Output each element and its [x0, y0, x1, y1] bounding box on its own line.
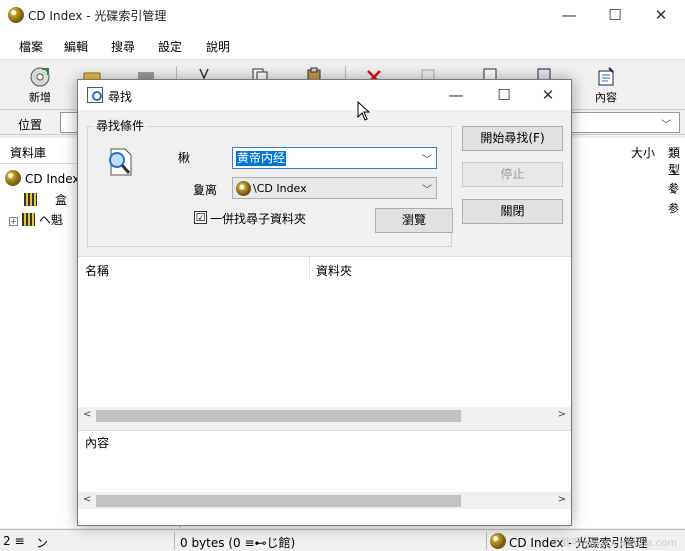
disc-volume-icon — [22, 213, 35, 226]
scroll-right-icon[interactable]: > — [558, 409, 566, 420]
cd-index-icon — [490, 533, 506, 549]
search-results-list[interactable]: 名稱 資料夾 < > — [78, 256, 571, 424]
status-divider — [174, 532, 175, 550]
include-subfolders-label[interactable]: 一併找尋子資料夾 — [210, 210, 306, 227]
cd-index-icon — [5, 170, 21, 186]
main-title-bar: CD Index - 光碟索引管理 — ☐ ✕ — [0, 0, 685, 30]
mouse-cursor-icon — [357, 101, 371, 121]
list-cell: 丶参 — [668, 186, 679, 215]
column-header-folder[interactable]: 資料夾 — [316, 262, 352, 279]
dialog-title-bar: 尋找 — ☐ ✕ — [78, 80, 571, 110]
search-range-value: \CD Index — [253, 182, 307, 195]
keyword-value[interactable]: 黄帝内经 — [236, 151, 287, 166]
chevron-down-icon[interactable]: ﹀ — [422, 151, 432, 166]
results-horizontal-scrollbar[interactable]: < > — [78, 407, 571, 424]
new-button[interactable]: 新增 — [18, 64, 62, 108]
tree-item[interactable]: + ヘ魁 — [9, 211, 63, 228]
watermark: 下载吧 www.xiazaiba.com — [551, 538, 677, 549]
browse-button[interactable]: 瀏覽 — [375, 208, 453, 233]
tree-header-label: 資料庫 — [10, 146, 47, 160]
new-disc-icon — [30, 67, 50, 87]
dialog-close-action-button[interactable]: 關閉 — [462, 199, 563, 224]
close-button[interactable]: ✕ — [638, 0, 684, 30]
range-label: 夐离 — [193, 183, 218, 197]
properties-button[interactable]: 內容 — [584, 64, 628, 108]
dialog-close-button[interactable]: ✕ — [525, 80, 571, 110]
tree-item-label: 盒 — [55, 193, 68, 207]
address-label: 位置 — [18, 118, 43, 132]
menu-bar: 檔案 編輯 搜尋 設定 說明 — [0, 30, 685, 60]
chevron-down-icon[interactable]: ﹀ — [422, 181, 432, 196]
dialog-minimize-button[interactable]: — — [433, 80, 479, 110]
content-horizontal-scrollbar[interactable]: < > — [78, 492, 571, 509]
search-range-combo[interactable]: \CD Index ﹀ — [232, 177, 437, 199]
tree-root-label: CD Index — [25, 172, 80, 186]
tree-item-label: ヘ魁 — [39, 213, 64, 227]
scrollbar-thumb[interactable] — [96, 495, 461, 507]
properties-icon — [598, 67, 614, 86]
dialog-title: 尋找 — [108, 90, 133, 104]
column-header-size[interactable]: 大小 — [631, 144, 655, 161]
status-count: 2 ≡ — [3, 534, 25, 548]
status-divider — [486, 532, 487, 550]
column-divider[interactable] — [309, 257, 310, 279]
scroll-left-icon[interactable]: < — [83, 494, 91, 505]
properties-button-label: 內容 — [595, 91, 617, 104]
stop-button[interactable]: 停止 — [462, 162, 563, 187]
menu-search[interactable]: 搜尋 — [111, 38, 135, 55]
column-header-name[interactable]: 名稱 — [85, 262, 109, 279]
content-preview-pane[interactable]: 內容 < > — [78, 430, 571, 525]
dialog-maximize-button[interactable]: ☐ — [481, 80, 527, 110]
menu-settings[interactable]: 設定 — [158, 38, 182, 55]
disc-volume-icon — [24, 193, 37, 206]
tree-item[interactable]: 盒 — [24, 191, 67, 208]
expand-icon[interactable]: + — [9, 217, 18, 226]
new-button-label: 新增 — [29, 91, 51, 104]
keyword-label: 楸 — [178, 151, 191, 165]
menu-file[interactable]: 檔案 — [19, 38, 43, 55]
find-dialog: 尋找 — ☐ ✕ 尋找條件 楸 黄帝内经 ﹀ 夐离 \CD Index ﹀ ☑ … — [77, 79, 572, 526]
status-bytes: 0 bytes (0 ≡⊷じ館) — [180, 536, 296, 550]
scrollbar-thumb[interactable] — [96, 410, 461, 422]
keyword-combo[interactable]: 黄帝内经 ﹀ — [232, 147, 437, 169]
status-mark: ン — [36, 536, 49, 550]
include-subfolders-checkbox[interactable]: ☑ — [194, 211, 207, 224]
maximize-button[interactable]: ☐ — [592, 0, 638, 30]
find-icon — [87, 87, 103, 103]
menu-help[interactable]: 說明 — [206, 38, 230, 55]
tree-root-node[interactable]: CD Index — [5, 170, 79, 186]
content-label: 內容 — [85, 436, 110, 450]
cd-index-app-icon — [8, 7, 24, 23]
minimize-button[interactable]: — — [546, 0, 592, 30]
main-window-title: CD Index - 光碟索引管理 — [28, 9, 167, 23]
scroll-right-icon[interactable]: > — [558, 494, 566, 505]
cd-index-icon — [236, 181, 251, 196]
menu-edit[interactable]: 編輯 — [64, 38, 88, 55]
start-search-button[interactable]: 開始尋找(F) — [462, 126, 563, 151]
search-criteria-label: 尋找條件 — [93, 117, 148, 134]
scroll-left-icon[interactable]: < — [83, 409, 91, 420]
chevron-down-icon[interactable]: ﹀ — [661, 116, 671, 131]
magnifier-document-icon — [109, 148, 132, 176]
